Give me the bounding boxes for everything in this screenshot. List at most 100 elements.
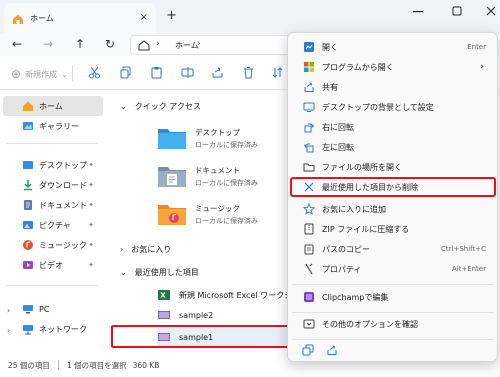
menu-item-label: プログラムから開く — [322, 62, 394, 72]
clipchamp-icon — [302, 291, 315, 304]
quick-item-desktop[interactable]: デスクトップ ローカルに保存済み — [157, 121, 258, 155]
tab-close-button[interactable]: × — [140, 12, 148, 23]
menu-item-label: パスのコピー — [322, 244, 370, 254]
gallery-icon — [23, 122, 33, 130]
menu-item-label: お気に入りに追加 — [322, 204, 386, 214]
sidebar-item-downloads[interactable]: ダウンロード ✦ — [0, 175, 100, 195]
sidebar-item-label: ビデオ — [39, 260, 63, 270]
recent-header[interactable]: ⌄ 最近使用した項目 — [120, 267, 199, 278]
sidebar-item-documents[interactable]: ドキュメント ✦ — [0, 195, 100, 215]
menu-item-label: 右に回転 — [322, 122, 354, 132]
copy-icon[interactable] — [302, 344, 314, 356]
shortcut-label: Enter — [467, 43, 486, 51]
delete-icon[interactable] — [242, 66, 255, 79]
cut-icon[interactable] — [88, 66, 101, 79]
section-title: お気に入り — [131, 245, 172, 254]
menu-item-label: ファイルの場所を開く — [322, 162, 402, 172]
sidebar-item-videos[interactable]: ビデオ ✦ — [0, 255, 100, 275]
sidebar-item-label: PC — [39, 304, 50, 314]
quick-item-music[interactable]: ミュージック ローカルに保存済み — [157, 197, 258, 231]
share-icon[interactable] — [211, 66, 224, 79]
address-bar[interactable]: › ホーム › — [130, 35, 310, 55]
new-tab-button[interactable]: + — [166, 8, 177, 23]
sidebar-item-label: ホーム — [39, 101, 63, 111]
context-menu: 開く Enter プログラムから開く › 共有 デスクトップの背景として設定 右… — [287, 32, 498, 362]
copy-icon[interactable] — [119, 66, 132, 79]
maximize-icon[interactable] — [452, 6, 462, 16]
menu-item-clipchamp[interactable]: Clipchampで編集 — [292, 287, 494, 307]
menu-item-rotate-left[interactable]: 左に回転 — [292, 137, 494, 157]
share-icon[interactable] — [326, 344, 338, 356]
menu-item-set-background[interactable]: デスクトップの背景として設定 — [292, 97, 494, 117]
new-button[interactable]: ⊕ 新規作成 ⌄ — [11, 67, 68, 81]
toolbar-divider — [72, 65, 73, 81]
menu-item-properties[interactable]: プロパティ Alt+Enter — [292, 259, 494, 279]
quick-item-documents[interactable]: ドキュメント ローカルに保存済み — [157, 159, 258, 193]
sidebar-item-label: ダウンロード — [39, 180, 87, 190]
tab-home[interactable]: ホーム × — [4, 3, 156, 34]
title-bar: ホーム × + — [0, 0, 500, 34]
pin-icon: ✦ — [88, 241, 94, 249]
menu-item-more-options[interactable]: その他のオプションを確認 — [292, 314, 494, 334]
menu-item-open-location[interactable]: ファイルの場所を開く — [292, 157, 494, 177]
recent-item-sample2[interactable]: sample2 — [157, 306, 213, 324]
minimize-icon[interactable] — [413, 11, 423, 13]
refresh-button[interactable]: ↻ — [105, 37, 115, 51]
menu-item-compress-zip[interactable]: ZIP ファイルに圧縮する — [292, 219, 494, 239]
pin-icon: ✦ — [88, 201, 94, 209]
properties-icon — [302, 263, 315, 276]
quick-access-header[interactable]: ⌄ クイック アクセス — [120, 101, 201, 112]
breadcrumb[interactable]: ホーム — [175, 40, 199, 51]
back-button[interactable]: ← — [12, 37, 22, 51]
sort-icon[interactable] — [271, 66, 284, 79]
quick-item-status: ローカルに保存済み — [195, 178, 258, 187]
menu-item-add-favorite[interactable]: お気に入りに追加 — [292, 199, 494, 219]
section-title: クイック アクセス — [134, 102, 201, 111]
forward-button[interactable]: → — [43, 37, 53, 51]
breadcrumb-separator: › — [156, 39, 160, 49]
menu-item-open-with[interactable]: プログラムから開く › — [292, 57, 494, 77]
menu-divider — [292, 284, 494, 285]
status-divider — [57, 360, 59, 370]
menu-divider — [292, 312, 494, 313]
sidebar-item-pc[interactable]: PC — [0, 299, 100, 319]
sidebar-item-music[interactable]: ミュージック ✦ — [0, 235, 100, 255]
rotate-right-icon — [302, 121, 315, 134]
sidebar-item-network[interactable]: ネットワーク — [0, 319, 100, 339]
sidebar-item-label: ネットワーク — [39, 324, 87, 334]
home-icon — [23, 101, 33, 111]
chevron-down-icon: ⌄ — [120, 102, 127, 111]
menu-item-label: その他のオプションを確認 — [322, 319, 418, 329]
chevron-right-icon: › — [120, 245, 124, 254]
sidebar-item-label: ギャラリー — [39, 121, 79, 131]
menu-item-label: 開く — [322, 42, 338, 52]
quick-item-name: ミュージック — [195, 203, 240, 213]
zip-icon — [302, 223, 315, 236]
menu-item-remove-from-recent[interactable]: 最近使用した項目から削除 — [290, 177, 496, 197]
shortcut-label: Alt+Enter — [451, 265, 486, 273]
menu-item-label: 最近使用した項目から削除 — [322, 182, 418, 192]
pin-icon: ✦ — [88, 161, 94, 169]
recent-item-excel[interactable]: 新規 Microsoft Excel ワークシート — [157, 286, 308, 304]
paste-icon[interactable] — [150, 66, 163, 79]
excel-file-icon — [158, 290, 170, 300]
window-close-icon[interactable] — [486, 6, 496, 16]
menu-item-share[interactable]: 共有 — [292, 77, 494, 97]
close-icon — [302, 181, 315, 194]
more-options-icon — [302, 318, 315, 331]
menu-item-copy-path[interactable]: パスのコピー Ctrl+Shift+C — [292, 239, 494, 259]
home-location-icon — [138, 40, 150, 51]
favorites-header[interactable]: › お気に入り — [120, 244, 171, 255]
sidebar-item-gallery[interactable]: ギャラリー — [0, 116, 100, 136]
selection-size: 360 KB — [132, 360, 160, 370]
up-button[interactable]: ↑ — [75, 37, 85, 51]
menu-item-open[interactable]: 開く Enter — [292, 37, 494, 57]
sidebar-item-home[interactable]: ホーム — [3, 96, 103, 116]
desktop-background-icon — [302, 101, 315, 114]
sidebar-item-desktop[interactable]: デスクトップ ✦ — [0, 155, 100, 175]
quick-item-status: ローカルに保存済み — [195, 140, 258, 149]
quick-item-name: デスクトップ — [195, 127, 240, 137]
menu-item-rotate-right[interactable]: 右に回転 — [292, 117, 494, 137]
rename-icon[interactable] — [181, 66, 194, 79]
sidebar-item-pictures[interactable]: ピクチャ ✦ — [0, 215, 100, 235]
